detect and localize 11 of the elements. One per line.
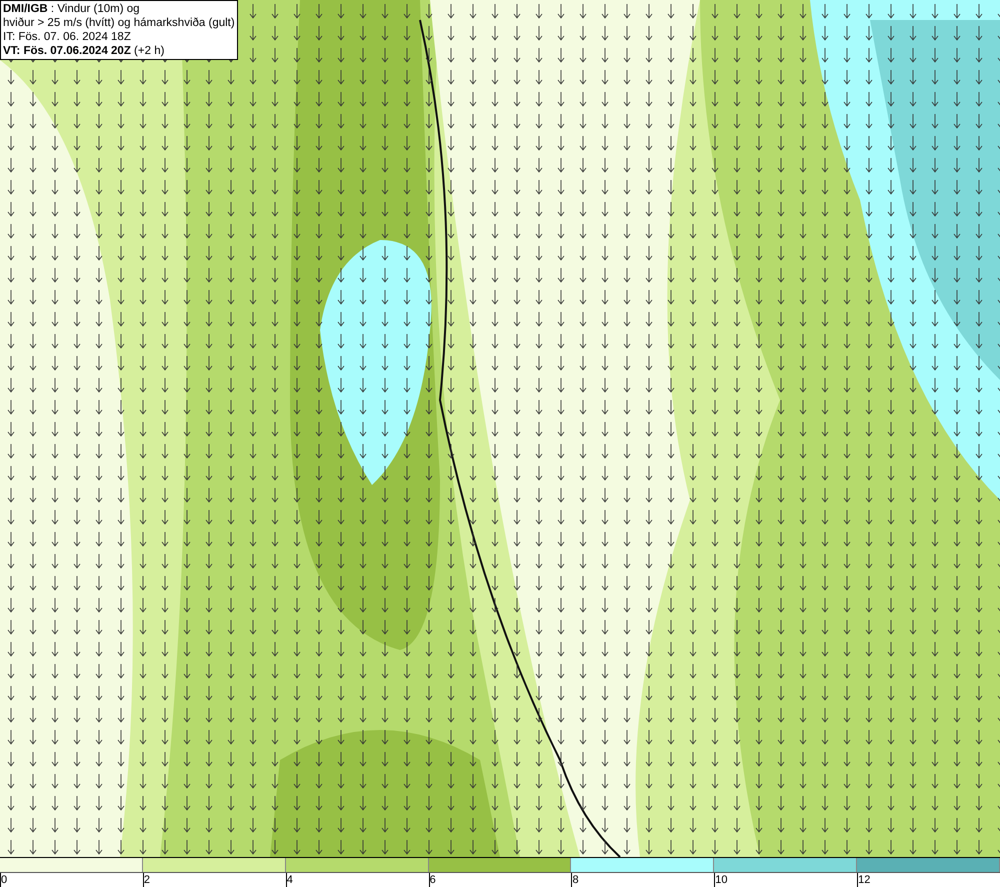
legend-label: 4 [286, 874, 293, 886]
legend-label: 6 [430, 874, 436, 886]
legend-label: 0 [1, 874, 8, 886]
info-text: IT: Fös. 07. 06. 2024 18Z [3, 30, 132, 44]
legend-label: 2 [144, 874, 150, 886]
legend-label: 12 [858, 874, 870, 886]
info-text: DMI/IGB : Vindur (10m) og [3, 2, 141, 16]
legend-label: 10 [715, 874, 728, 886]
info-text: hviður > 25 m/s (hvítt) og hámarkshviða (gult) [3, 16, 235, 30]
info-text: VT: Fös. 07.06.2024 20Z (+2 h) [3, 44, 166, 58]
legend-label: 8 [572, 874, 579, 886]
